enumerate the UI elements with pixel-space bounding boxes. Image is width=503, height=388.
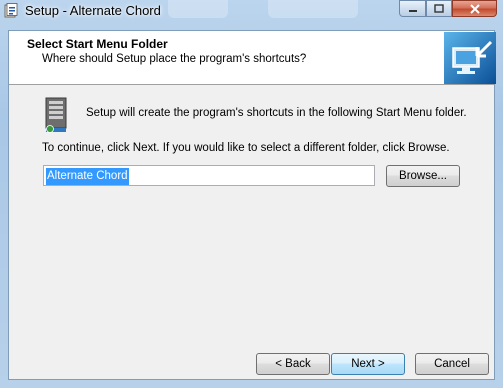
maximize-button[interactable] [426,0,452,17]
window-title: Setup - Alternate Chord [25,3,161,18]
minimize-icon [408,9,417,12]
wizard-computer-icon [444,32,496,84]
background-glass-blur [168,0,228,18]
wizard-header: Select Start Menu Folder Where should Se… [9,31,496,85]
folder-input-value: Alternate Chord [46,168,129,185]
info-text: Setup will create the program's shortcut… [86,107,467,119]
close-button[interactable] [452,0,497,17]
page-subtitle: Where should Setup place the program's s… [42,53,307,65]
window-frame: Setup - Alternate Chord Select Start Men… [0,0,503,388]
browse-button[interactable]: Browse... [386,165,460,187]
instruction-text: To continue, click Next. If you would li… [42,142,450,154]
next-button[interactable]: Next > [331,353,405,375]
start-menu-folder-input[interactable]: Alternate Chord [43,165,375,186]
page-title: Select Start Menu Folder [27,37,168,51]
minimize-button[interactable] [399,0,426,17]
cancel-button[interactable]: Cancel [415,353,489,375]
start-menu-folder-icon [45,97,67,133]
wizard-body: Select Start Menu Folder Where should Se… [8,30,496,380]
maximize-icon [434,4,444,13]
setup-app-icon [4,3,18,18]
background-glass-blur-2 [268,0,358,18]
back-button[interactable]: < Back [256,353,330,375]
close-icon [469,3,480,14]
